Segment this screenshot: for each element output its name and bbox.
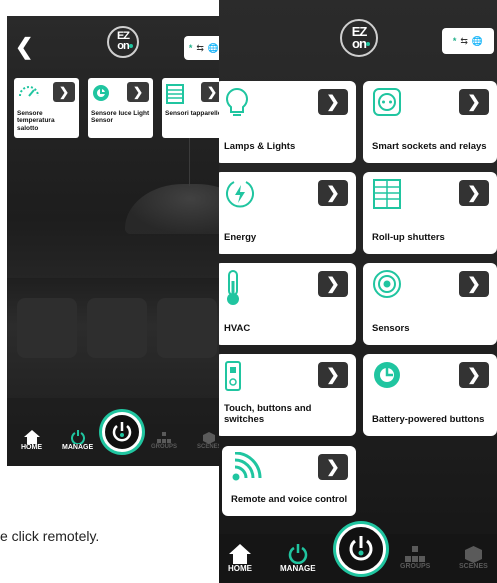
- energy-icon: [224, 178, 256, 215]
- header: ❮ EZ on * ⇆ 🌐: [7, 16, 233, 66]
- center-action-button[interactable]: [336, 524, 386, 574]
- device-card-label: Sensori tapparelle: [165, 110, 222, 117]
- shutter-icon: [166, 84, 184, 109]
- front-phone-screen: EZ on * ⇆ 🌐 ❯ Lamps & Lights ❯ Smart soc…: [219, 0, 497, 583]
- groups-icon: [405, 546, 426, 562]
- category-label: Smart sockets and relays: [372, 141, 487, 153]
- connection-status[interactable]: * ⇆ 🌐: [184, 36, 224, 60]
- nav-scenes[interactable]: SCENES: [459, 546, 488, 570]
- category-label: Battery-powered buttons: [372, 414, 485, 426]
- category-touch-buttons[interactable]: ❯ Touch, buttons and switches: [219, 354, 356, 436]
- center-action-button[interactable]: [102, 412, 142, 452]
- connection-status[interactable]: * ⇆ 🌐: [442, 28, 494, 54]
- sync-icon: ⇆: [196, 42, 204, 53]
- open-arrow-button[interactable]: ❯: [318, 89, 348, 115]
- device-card[interactable]: ❯ Sensore luce Light Sensor: [88, 78, 153, 138]
- shutter-icon: [372, 178, 402, 215]
- device-card[interactable]: ❯ Sensore temperatura salotto: [14, 78, 79, 138]
- category-label: Energy: [224, 232, 257, 244]
- back-phone-screen: ❮ EZ on * ⇆ 🌐 ❯ Sensore temperatura salo…: [7, 16, 233, 466]
- bluetooth-icon: *: [188, 43, 193, 53]
- open-arrow-button[interactable]: ❯: [459, 180, 489, 206]
- category-remote-voice[interactable]: ❯ Remote and voice control: [222, 446, 356, 516]
- nav-scenes[interactable]: SCENES: [197, 432, 222, 450]
- gauge-icon: [18, 84, 40, 103]
- thermometer-icon: [224, 269, 242, 312]
- power-icon: [288, 544, 307, 564]
- device-card-label: Sensore luce Light Sensor: [91, 110, 150, 125]
- nav-home[interactable]: HOME: [21, 430, 42, 451]
- scenes-icon: [464, 546, 482, 563]
- switch-icon: [224, 360, 242, 397]
- category-label: HVAC: [224, 323, 251, 335]
- sensor-icon: [372, 269, 402, 304]
- open-arrow-button[interactable]: ❯: [459, 271, 489, 297]
- scenes-icon: [203, 432, 216, 444]
- lightbulb-icon: [224, 87, 250, 124]
- groups-icon: [157, 432, 171, 443]
- open-arrow-button[interactable]: ❯: [53, 82, 75, 102]
- open-arrow-button[interactable]: ❯: [318, 454, 348, 480]
- bluetooth-icon: *: [452, 36, 457, 46]
- back-arrow-icon[interactable]: ❮: [15, 36, 33, 58]
- category-sensors[interactable]: ❯ Sensors: [363, 263, 497, 345]
- background-lamp: [125, 184, 233, 234]
- open-arrow-button[interactable]: ❯: [318, 180, 348, 206]
- sync-icon: ⇆: [460, 35, 468, 46]
- background-sofa: [7, 278, 233, 398]
- category-label: Touch, buttons and switches: [224, 403, 312, 426]
- open-arrow-button[interactable]: ❯: [459, 89, 489, 115]
- category-label: Sensors: [372, 323, 410, 335]
- device-card-label: Sensore temperatura salotto: [17, 110, 55, 132]
- category-label: Remote and voice control: [231, 494, 348, 506]
- category-label: Lamps & Lights: [224, 141, 296, 153]
- open-arrow-button[interactable]: ❯: [318, 271, 348, 297]
- open-arrow-button[interactable]: ❯: [318, 362, 348, 388]
- open-arrow-button[interactable]: ❯: [459, 362, 489, 388]
- category-energy[interactable]: ❯ Energy: [219, 172, 356, 254]
- category-hvac[interactable]: ❯ HVAC: [219, 263, 356, 345]
- nav-groups[interactable]: GROUPS: [151, 432, 177, 450]
- home-icon: [23, 430, 40, 444]
- nav-groups[interactable]: GROUPS: [400, 546, 430, 570]
- nav-manage[interactable]: MANAGE: [280, 544, 316, 573]
- category-smart-sockets[interactable]: ❯ Smart sockets and relays: [363, 81, 497, 163]
- category-roll-up-shutters[interactable]: ❯ Roll-up shutters: [363, 172, 497, 254]
- device-card[interactable]: ❯ Sensori tapparelle: [162, 78, 227, 138]
- ezon-power-icon: [112, 422, 132, 442]
- light-sensor-icon: [92, 84, 110, 107]
- category-lamps[interactable]: ❯ Lamps & Lights: [219, 81, 356, 163]
- power-icon: [70, 430, 85, 444]
- nav-manage[interactable]: MANAGE: [62, 430, 93, 451]
- globe-icon: 🌐: [471, 35, 484, 46]
- socket-icon: [372, 87, 402, 122]
- home-icon: [229, 544, 251, 564]
- category-label: Roll-up shutters: [372, 232, 445, 244]
- battery-button-icon: [372, 360, 402, 395]
- caption-text: e click remotely.: [0, 528, 100, 544]
- nav-home[interactable]: HOME: [228, 544, 252, 573]
- ezon-power-icon: [349, 536, 373, 561]
- category-battery-buttons[interactable]: ❯ Battery-powered buttons: [363, 354, 497, 436]
- wifi-icon: [231, 451, 263, 487]
- open-arrow-button[interactable]: ❯: [127, 82, 149, 102]
- ezon-logo: EZ on: [107, 26, 139, 58]
- globe-icon: 🌐: [207, 42, 220, 53]
- ezon-logo: EZ on: [340, 19, 378, 57]
